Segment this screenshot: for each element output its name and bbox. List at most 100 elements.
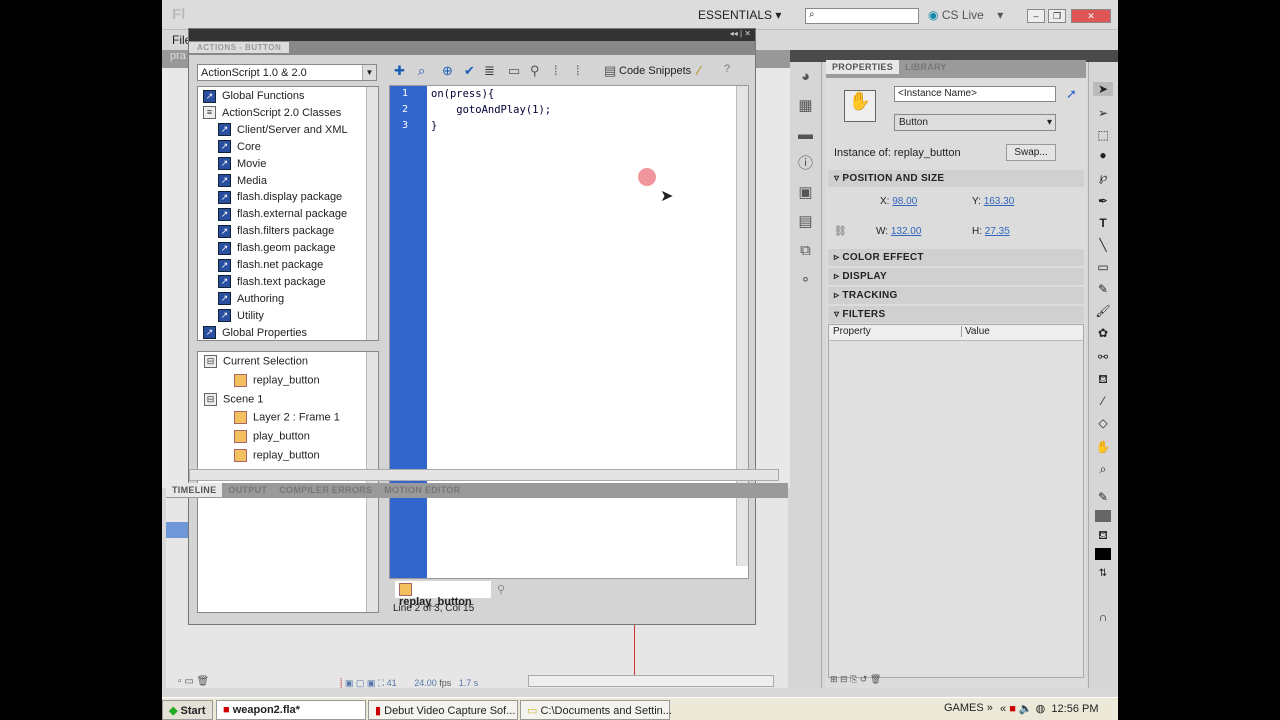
toolbox-item[interactable]: ↗ Movie: [218, 156, 266, 172]
toolbox-item[interactable]: ↗ Core: [218, 139, 261, 155]
navigator-item[interactable]: ⊟ Current Selection: [204, 355, 308, 368]
transform-icon[interactable]: ▣: [790, 178, 821, 207]
align-icon[interactable]: ▬: [790, 120, 821, 149]
toolbox-item[interactable]: ↗ Client/Server and XML: [218, 122, 348, 138]
help-icon[interactable]: ?: [724, 63, 730, 75]
rectangle-tool-icon[interactable]: ▭: [1093, 260, 1113, 274]
auto-format-icon[interactable]: ≣: [484, 63, 495, 79]
line-tool-icon[interactable]: ╲: [1093, 238, 1113, 252]
tab-compiler-errors[interactable]: COMPILER ERRORS: [273, 483, 378, 497]
section-position-size[interactable]: ▿ POSITION AND SIZE: [828, 170, 1084, 187]
panel-title-bar[interactable]: ◂◂ | ✕: [189, 29, 755, 41]
cs-live-button[interactable]: ◉ CS Live ▾: [928, 8, 1003, 22]
code-snippets-button[interactable]: Code Snippets: [619, 65, 691, 77]
stroke-color-icon[interactable]: ✎: [1093, 490, 1113, 504]
w-value[interactable]: 132.00: [891, 226, 922, 237]
navigator-item[interactable]: ⊟ Scene 1: [204, 392, 263, 406]
games-toolbar[interactable]: GAMES »: [944, 702, 993, 714]
filter-buttons[interactable]: ⊞ ⊟ ⎘ ↺ 🗑: [830, 674, 881, 685]
section-color-effect[interactable]: ▹ COLOR EFFECT: [828, 249, 1084, 266]
pencil-tool-icon[interactable]: ✎: [1093, 282, 1113, 296]
code-hint-icon[interactable]: ▭: [508, 63, 520, 79]
section-tracking[interactable]: ▹ TRACKING: [828, 287, 1084, 304]
zoom-tool-icon[interactable]: ⌕: [1093, 462, 1113, 477]
h-value[interactable]: 27.35: [985, 226, 1010, 237]
x-value[interactable]: 98.00: [892, 196, 917, 207]
toolbox-item[interactable]: ≡ ActionScript 2.0 Classes: [203, 105, 341, 121]
hand-tool-icon[interactable]: ✋: [1093, 440, 1113, 454]
find-icon[interactable]: ⌕: [418, 63, 425, 79]
workspace-switcher[interactable]: ESSENTIALS ▾: [698, 8, 781, 22]
timeline-scrollbar[interactable]: [528, 675, 774, 687]
navigator-scrollbar[interactable]: [366, 352, 378, 612]
tab-properties[interactable]: PROPERTIES: [826, 60, 900, 74]
eyedropper-tool-icon[interactable]: ⁄: [1093, 394, 1113, 408]
swap-colors-icon[interactable]: ⇅: [1093, 568, 1113, 579]
link-icon[interactable]: ➚: [1066, 86, 1077, 102]
toolbox-item[interactable]: ↗ flash.external package: [218, 206, 347, 222]
info-icon[interactable]: ⓘ: [790, 149, 821, 178]
tab-library[interactable]: LIBRARY: [899, 60, 953, 74]
fill-swatch[interactable]: [1095, 548, 1111, 560]
script-tab[interactable]: replay_button: [395, 581, 491, 608]
restore-button[interactable]: ❐: [1048, 9, 1066, 23]
horizontal-scrollbar[interactable]: [189, 469, 779, 481]
playhead[interactable]: [634, 625, 635, 675]
script-assist-icon[interactable]: ⁄: [698, 63, 700, 78]
start-button[interactable]: ◆ Start: [162, 700, 213, 720]
section-display[interactable]: ▹ DISPLAY: [828, 268, 1084, 285]
fill-color-icon[interactable]: ⛾: [1093, 528, 1113, 544]
section-filters[interactable]: ▿ FILTERS: [828, 306, 1084, 323]
tab-output[interactable]: OUTPUT: [222, 483, 273, 497]
tab-motion-editor[interactable]: MOTION EDITOR: [378, 483, 466, 497]
paint-bucket-tool-icon[interactable]: ⛾: [1093, 372, 1113, 388]
insert-target-icon[interactable]: ⊕: [442, 63, 453, 79]
network-icon[interactable]: ◍: [1036, 703, 1046, 715]
toolbox-item[interactable]: ↗ Global Functions: [203, 88, 305, 104]
lasso-tool-icon[interactable]: ℘: [1093, 170, 1113, 184]
current-frame[interactable]: 41: [387, 678, 397, 688]
navigator-item[interactable]: play_button: [234, 430, 310, 444]
fps-value[interactable]: 24.00: [414, 678, 437, 688]
taskbar-item-explorer[interactable]: ▭ C:\Documents and Settin...: [520, 700, 672, 720]
check-syntax-icon[interactable]: ✔: [464, 63, 475, 79]
text-tool-icon[interactable]: T: [1093, 216, 1113, 230]
taskbar-item-debut[interactable]: ▮ Debut Video Capture Sof...: [368, 700, 518, 720]
add-statement-icon[interactable]: ✚: [394, 63, 405, 79]
subselection-tool-icon[interactable]: ➢: [1093, 106, 1113, 120]
grid-icon[interactable]: ▦: [790, 91, 821, 120]
recorder-icon[interactable]: ■: [1009, 703, 1016, 715]
toolbox-item[interactable]: ↗ Authoring: [218, 291, 284, 307]
toolbox-item[interactable]: ↗ Utility: [218, 308, 264, 324]
language-select[interactable]: ActionScript 1.0 & 2.0 ▼: [197, 64, 377, 81]
deco-tool-icon[interactable]: ✿: [1093, 326, 1113, 340]
pin-script-icon[interactable]: ⚲: [497, 583, 505, 596]
swap-button[interactable]: Swap...: [1006, 144, 1056, 161]
code-editor[interactable]: 1 2 3 on(press){ gotoAndPlay(1); } ➤: [389, 85, 749, 579]
components-icon[interactable]: ⧉: [790, 236, 821, 265]
stroke-swatch[interactable]: [1095, 510, 1111, 522]
document-tab[interactable]: pra: [162, 50, 186, 62]
motion-presets-icon[interactable]: ∘: [790, 265, 821, 294]
code-snippets-icon[interactable]: ▤: [604, 63, 616, 79]
free-transform-tool-icon[interactable]: ⬚: [1093, 128, 1113, 142]
navigator-item[interactable]: Layer 2 : Frame 1: [234, 411, 340, 425]
navigator-item[interactable]: replay_button: [234, 449, 320, 462]
actions-icon[interactable]: ▤: [790, 207, 821, 236]
navigator-item[interactable]: replay_button: [234, 373, 320, 387]
selected-layer[interactable]: [166, 522, 188, 538]
taskbar-item-flash[interactable]: ■ weapon2.fla*: [216, 700, 366, 720]
toolbox-item[interactable]: ↗ flash.filters package: [218, 223, 334, 239]
help-search-input[interactable]: ⌕: [805, 8, 919, 24]
selection-tool-icon[interactable]: ➤: [1093, 82, 1113, 96]
y-value[interactable]: 163.30: [984, 196, 1015, 207]
swatches-icon[interactable]: ◕: [790, 62, 821, 91]
brush-tool-icon[interactable]: 🖌: [1093, 304, 1113, 318]
volume-icon[interactable]: 🔈: [1019, 703, 1033, 715]
toolbox-item[interactable]: ↗ Global Properties: [203, 325, 307, 341]
bone-tool-icon[interactable]: ⚯: [1093, 350, 1113, 364]
layer-buttons[interactable]: ▫ ▭ 🗑: [178, 676, 209, 687]
snap-icon[interactable]: ∩: [1093, 610, 1113, 624]
lock-ratio-icon[interactable]: ⛓: [834, 226, 847, 237]
tab-timeline[interactable]: TIMELINE: [166, 483, 223, 497]
